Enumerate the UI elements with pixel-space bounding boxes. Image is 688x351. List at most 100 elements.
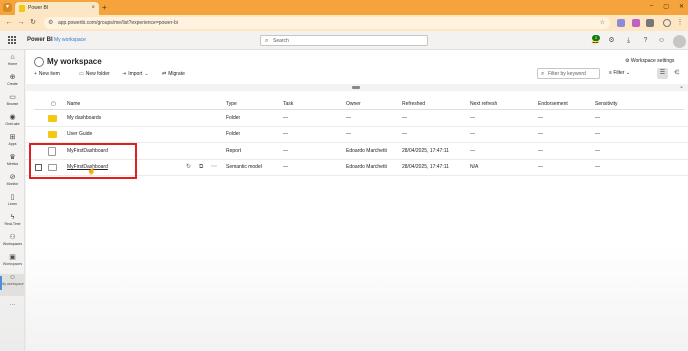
filter-search-icon: ⌕ bbox=[541, 71, 545, 77]
breadcrumb[interactable]: My workspace bbox=[54, 37, 86, 43]
nav-apps[interactable]: ⊞ Apps bbox=[0, 134, 25, 152]
column-header-task[interactable]: Task bbox=[283, 101, 293, 107]
filter-keyword-input[interactable]: ⌕ Filter by keyword bbox=[537, 68, 600, 79]
reload-icon[interactable]: ↻ bbox=[28, 18, 38, 28]
workspaces-icon: ⚇ bbox=[9, 234, 16, 241]
column-header-next-refresh[interactable]: Next refresh bbox=[470, 101, 497, 107]
column-header-refreshed[interactable]: Refreshed bbox=[402, 101, 425, 107]
browser-tab[interactable]: Power BI × bbox=[15, 2, 99, 15]
nav-onelake[interactable]: ◉ OneLake bbox=[0, 114, 25, 132]
nav-home[interactable]: ⌂ Home bbox=[0, 54, 25, 72]
type-icon-column-header: ▢ bbox=[51, 101, 56, 107]
apps-icon: ⊞ bbox=[9, 134, 16, 141]
row-endorsement: — bbox=[538, 164, 543, 170]
help-icon[interactable]: ? bbox=[641, 36, 650, 45]
new-folder-button[interactable]: ▭ New folder bbox=[79, 70, 110, 78]
nav-real-time[interactable]: ϟ Real-Time bbox=[0, 214, 25, 232]
row-endorsement: — bbox=[538, 131, 543, 137]
brand-title[interactable]: Power BI bbox=[27, 37, 53, 43]
download-icon[interactable]: ⤓ bbox=[624, 36, 633, 45]
search-input[interactable]: ⌕ Search bbox=[260, 35, 428, 46]
row-next-refresh: N/A bbox=[470, 164, 479, 170]
trophy-icon: ♛ bbox=[9, 154, 16, 161]
import-icon: ⇥ bbox=[122, 71, 127, 77]
home-icon: ⌂ bbox=[10, 54, 15, 61]
row-name[interactable]: User Guide bbox=[67, 131, 92, 138]
row-refreshed: — bbox=[402, 115, 407, 121]
plus-circle-icon: ⊕ bbox=[9, 74, 16, 81]
row-type: Folder bbox=[226, 115, 241, 121]
chevron-down-icon[interactable]: ⌄ bbox=[679, 84, 684, 91]
list-view-icon[interactable]: ☰ bbox=[657, 68, 668, 79]
book-icon: ▯ bbox=[10, 194, 15, 201]
site-info-icon[interactable]: ⚙ bbox=[48, 19, 56, 27]
filter-button[interactable]: ≡ Filter ⌄ bbox=[609, 70, 630, 76]
table-row[interactable]: User Guide Folder — — — — — — bbox=[26, 127, 688, 143]
extensions-puzzle-icon[interactable] bbox=[646, 19, 654, 27]
onelake-icon: ◉ bbox=[9, 114, 16, 121]
drag-handle-icon[interactable] bbox=[352, 86, 360, 89]
collapse-bar[interactable]: ⌄ bbox=[26, 84, 688, 91]
nav-metrics[interactable]: ♛ Metrics bbox=[0, 154, 25, 172]
extension-icon[interactable] bbox=[617, 19, 625, 27]
tab-close-icon[interactable]: × bbox=[91, 4, 95, 12]
avatar[interactable] bbox=[673, 35, 686, 48]
maximize-icon[interactable]: ▢ bbox=[663, 3, 669, 10]
nav-monitor[interactable]: ⊘ Monitor bbox=[0, 174, 25, 192]
column-header-sensitivity[interactable]: Sensitivity bbox=[595, 101, 618, 107]
row-task: — bbox=[283, 164, 288, 170]
nav-workspaces[interactable]: ⚇ Workspaces bbox=[0, 234, 25, 252]
nav-workspaces-2[interactable]: ▣ Workspaces bbox=[0, 254, 25, 272]
left-navigation: ⌂ Home ⊕ Create ▭ Browse ◉ OneLake ⊞ Apps ♛ Me… bbox=[0, 50, 25, 351]
workspaces2-icon: ▣ bbox=[9, 254, 16, 261]
page-title: My workspace bbox=[47, 57, 102, 66]
column-header-endorsement[interactable]: Endorsement bbox=[538, 101, 568, 107]
workspace-settings-button[interactable]: ⚙ Workspace settings bbox=[625, 58, 674, 64]
import-button[interactable]: ⇥ Import ⌄ bbox=[122, 70, 151, 78]
table-row[interactable]: My dashboards Folder — — — — — — bbox=[26, 111, 688, 127]
back-icon[interactable]: ← bbox=[4, 18, 14, 28]
new-item-button[interactable]: + New item bbox=[34, 70, 60, 78]
nav-my-workspace[interactable]: ☺ My workspace bbox=[0, 274, 25, 296]
row-type: Report bbox=[226, 148, 242, 154]
migrate-button[interactable]: ⇄ Migrate bbox=[162, 70, 185, 78]
nav-browse[interactable]: ▭ Browse bbox=[0, 94, 25, 112]
lineage-view-icon[interactable]: ⋲ bbox=[671, 68, 682, 79]
highlight-box bbox=[29, 143, 137, 179]
search-placeholder: Search bbox=[273, 38, 289, 44]
address-bar[interactable]: ⚙ app.powerbi.com/groups/me/list?experie… bbox=[44, 17, 610, 29]
notification-badge: 2 bbox=[592, 35, 600, 41]
browser-menu-icon[interactable]: ⋮ bbox=[675, 18, 685, 28]
feedback-icon[interactable]: ☺ bbox=[657, 36, 666, 45]
more-options-icon[interactable]: ⋯ bbox=[211, 164, 217, 171]
powerbi-favicon-icon bbox=[19, 5, 25, 12]
plus-icon: + bbox=[34, 71, 37, 77]
app-launcher-icon[interactable] bbox=[8, 36, 16, 44]
search-icon: ⌕ bbox=[265, 38, 269, 44]
row-task: — bbox=[283, 115, 288, 121]
row-refreshed: 28/04/2025, 17:47:11 bbox=[402, 148, 449, 154]
browser-toolbar: ← → ↻ ⚙ app.powerbi.com/groups/me/list?e… bbox=[0, 15, 688, 31]
column-header-name[interactable]: Name bbox=[67, 101, 80, 107]
extension-icon[interactable] bbox=[632, 19, 640, 27]
settings-gear-icon[interactable]: ⚙ bbox=[607, 36, 616, 45]
schedule-refresh-icon[interactable]: ⧉ bbox=[199, 164, 203, 171]
refresh-icon[interactable]: ↻ bbox=[186, 164, 191, 171]
nav-learn[interactable]: ▯ Learn bbox=[0, 194, 25, 212]
row-name[interactable]: My dashboards bbox=[67, 115, 101, 122]
nav-create[interactable]: ⊕ Create bbox=[0, 74, 25, 92]
profile-icon[interactable] bbox=[663, 19, 671, 27]
row-refreshed: 28/04/2025, 17:47:11 bbox=[402, 164, 449, 170]
bookmark-star-icon[interactable]: ☆ bbox=[600, 19, 605, 27]
minimize-icon[interactable]: – bbox=[650, 3, 653, 10]
close-window-icon[interactable]: ✕ bbox=[679, 3, 684, 10]
tab-menu-button[interactable]: ▾ bbox=[3, 3, 12, 12]
row-sensitivity: — bbox=[595, 115, 600, 121]
new-tab-button[interactable]: + bbox=[102, 3, 107, 12]
nav-more[interactable]: ... bbox=[0, 300, 25, 318]
monitor-icon: ⊘ bbox=[9, 174, 16, 181]
forward-icon[interactable]: → bbox=[16, 18, 26, 28]
workspace-icon bbox=[34, 57, 44, 67]
column-header-owner[interactable]: Owner bbox=[346, 101, 361, 107]
column-header-type[interactable]: Type bbox=[226, 101, 237, 107]
